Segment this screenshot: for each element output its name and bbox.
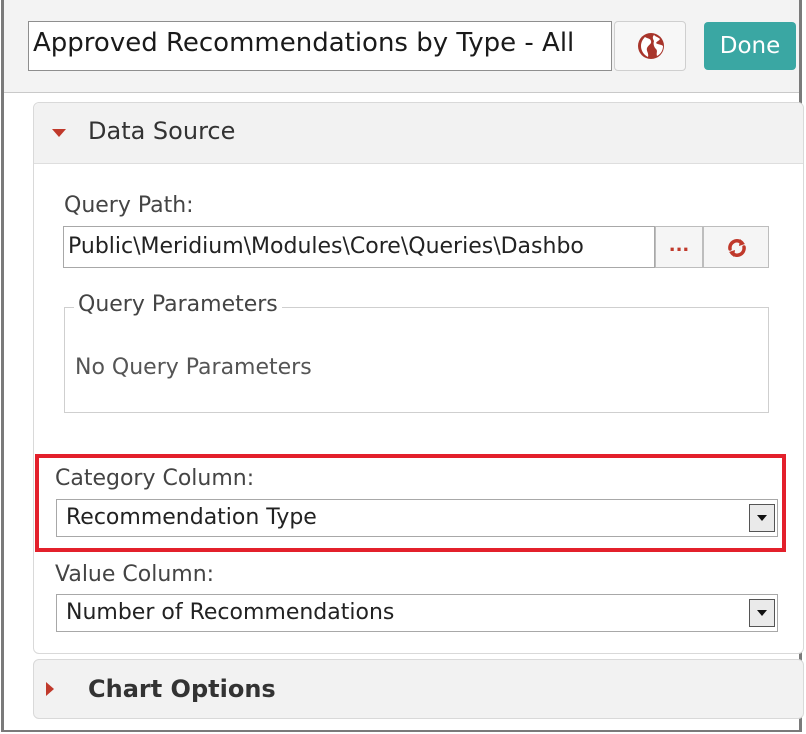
- data-source-title: Data Source: [88, 117, 236, 145]
- chart-options-title: Chart Options: [88, 675, 276, 703]
- data-source-header[interactable]: Data Source: [34, 103, 803, 164]
- globe-button[interactable]: [614, 21, 686, 71]
- browse-button[interactable]: ...: [655, 226, 703, 268]
- category-column-label: Category Column:: [55, 466, 255, 491]
- query-path-label: Query Path:: [64, 193, 194, 218]
- title-input[interactable]: Approved Recommendations by Type - All: [28, 21, 612, 71]
- query-path-input[interactable]: Public\Meridium\Modules\Core\Queries\Das…: [63, 226, 655, 268]
- value-column-select[interactable]: Number of Recommendations: [56, 594, 778, 632]
- caret-right-icon: [46, 682, 54, 696]
- no-query-parameters-text: No Query Parameters: [75, 355, 312, 380]
- header-bar: Approved Recommendations by Type - All D…: [4, 0, 799, 93]
- value-column-label: Value Column:: [55, 562, 215, 587]
- refresh-button[interactable]: [703, 226, 769, 268]
- query-parameters-legend: Query Parameters: [74, 292, 282, 317]
- category-column-value: Recommendation Type: [66, 505, 317, 530]
- done-button[interactable]: Done: [704, 22, 796, 70]
- category-column-select[interactable]: Recommendation Type: [56, 499, 778, 537]
- value-column-value: Number of Recommendations: [66, 600, 395, 625]
- caret-down-icon: [52, 129, 66, 137]
- globe-icon: [638, 33, 664, 59]
- editor-frame: Approved Recommendations by Type - All D…: [1, 0, 804, 732]
- chevron-down-icon[interactable]: [749, 504, 775, 532]
- chart-options-header[interactable]: Chart Options: [33, 659, 804, 719]
- chevron-down-icon[interactable]: [749, 599, 775, 627]
- refresh-icon: [728, 239, 746, 257]
